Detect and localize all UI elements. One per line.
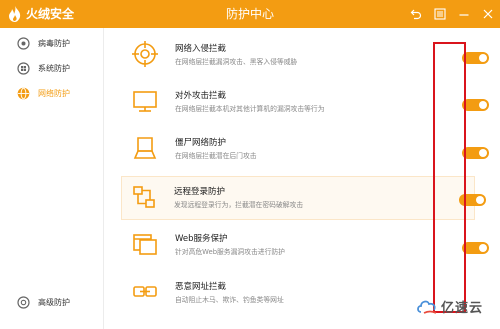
feature-title: 恶意网址拦截 — [175, 282, 227, 292]
close-icon — [483, 9, 493, 19]
computer-icon — [133, 137, 157, 159]
feature-description: 在网络层拦截本机对其他计算机的漏洞攻击等行为 — [175, 105, 325, 113]
toggle-knob — [479, 244, 487, 252]
toggle-knob — [479, 54, 487, 62]
minimize-button[interactable] — [452, 0, 476, 28]
title-bar: 火绒安全 防护中心 — [0, 0, 500, 28]
feature-row: 网络入侵拦截 在网络层拦截漏洞攻击、黑客入侵等威胁 — [123, 34, 489, 78]
feature-description: 在网络层拦截潜在后门攻击 — [175, 152, 257, 160]
menu-icon — [434, 8, 446, 20]
feature-title: 远程登录防护 — [174, 187, 226, 197]
flame-logo-icon — [9, 6, 21, 22]
feature-toggle[interactable] — [459, 194, 486, 206]
crosshair-icon — [132, 41, 158, 67]
sidebar-item-system-protection[interactable]: 系统防护 — [0, 56, 104, 80]
minimize-icon — [459, 14, 469, 16]
menu-button[interactable] — [428, 0, 452, 28]
feature-title: 僵尸网络防护 — [175, 138, 227, 148]
watermark-text: 亿速云 — [441, 301, 484, 316]
close-button[interactable] — [476, 0, 500, 28]
monitor-icon — [133, 91, 157, 112]
toggle-knob — [479, 101, 487, 109]
advanced-shield-icon — [17, 295, 30, 309]
undo-icon — [410, 9, 422, 20]
feature-description: 自动阻止木马、欺诈、钓鱼类等网址 — [175, 296, 284, 304]
feature-description: 在网络层拦截漏洞攻击、黑客入侵等威胁 — [175, 58, 298, 66]
feature-row: 僵尸网络防护 在网络层拦截潜在后门攻击 — [123, 128, 489, 172]
sidebar-item-advanced-protection[interactable]: 高级防护 — [0, 290, 104, 314]
globe-icon — [17, 87, 30, 99]
feature-toggle[interactable] — [462, 242, 489, 254]
watermark: 亿速云 — [416, 297, 483, 316]
feature-title: Web服务保护 — [175, 234, 228, 244]
feature-row: Web服务保护 针对高危Web服务漏洞攻击进行防护 — [123, 224, 489, 268]
feature-description: 针对高危Web服务漏洞攻击进行防护 — [175, 248, 285, 256]
brand: 火绒安全 — [8, 5, 74, 23]
feature-list: 网络入侵拦截 在网络层拦截漏洞攻击、黑客入侵等威胁 对外攻击拦截 在网络层拦截本… — [105, 28, 500, 329]
feature-row: 对外攻击拦截 在网络层拦截本机对其他计算机的漏洞攻击等行为 — [123, 81, 489, 125]
remote-login-icon — [133, 186, 155, 208]
feature-row-highlighted: 远程登录防护 发现远程登录行为，拦截潜在密码破解攻击 — [121, 176, 486, 220]
link-icon — [133, 286, 157, 297]
feature-toggle[interactable] — [462, 99, 489, 111]
windows-icon — [17, 61, 30, 75]
sidebar-item-label: 系统防护 — [38, 63, 70, 73]
feature-toggle[interactable] — [462, 52, 489, 64]
cloud-logo-icon — [417, 300, 437, 314]
back-button[interactable] — [404, 0, 428, 28]
sidebar: 病毒防护 系统防护 网络防护 高级防护 — [0, 28, 104, 329]
sidebar-item-label: 高级防护 — [38, 297, 70, 307]
sidebar-item-virus-protection[interactable]: 病毒防护 — [0, 31, 104, 55]
web-window-icon — [133, 234, 157, 255]
toggle-knob — [476, 196, 484, 204]
sidebar-item-network-protection[interactable]: 网络防护 — [0, 81, 104, 105]
virus-shield-icon — [17, 36, 30, 50]
brand-name: 火绒安全 — [26, 7, 75, 21]
feature-title: 对外攻击拦截 — [175, 91, 227, 101]
feature-description: 发现远程登录行为，拦截潜在密码破解攻击 — [174, 201, 304, 209]
window-controls — [404, 0, 500, 28]
sidebar-item-label: 网络防护 — [38, 88, 70, 98]
toggle-knob — [479, 149, 487, 157]
feature-title: 网络入侵拦截 — [175, 44, 227, 54]
feature-toggle[interactable] — [462, 147, 489, 159]
sidebar-item-label: 病毒防护 — [38, 38, 70, 48]
